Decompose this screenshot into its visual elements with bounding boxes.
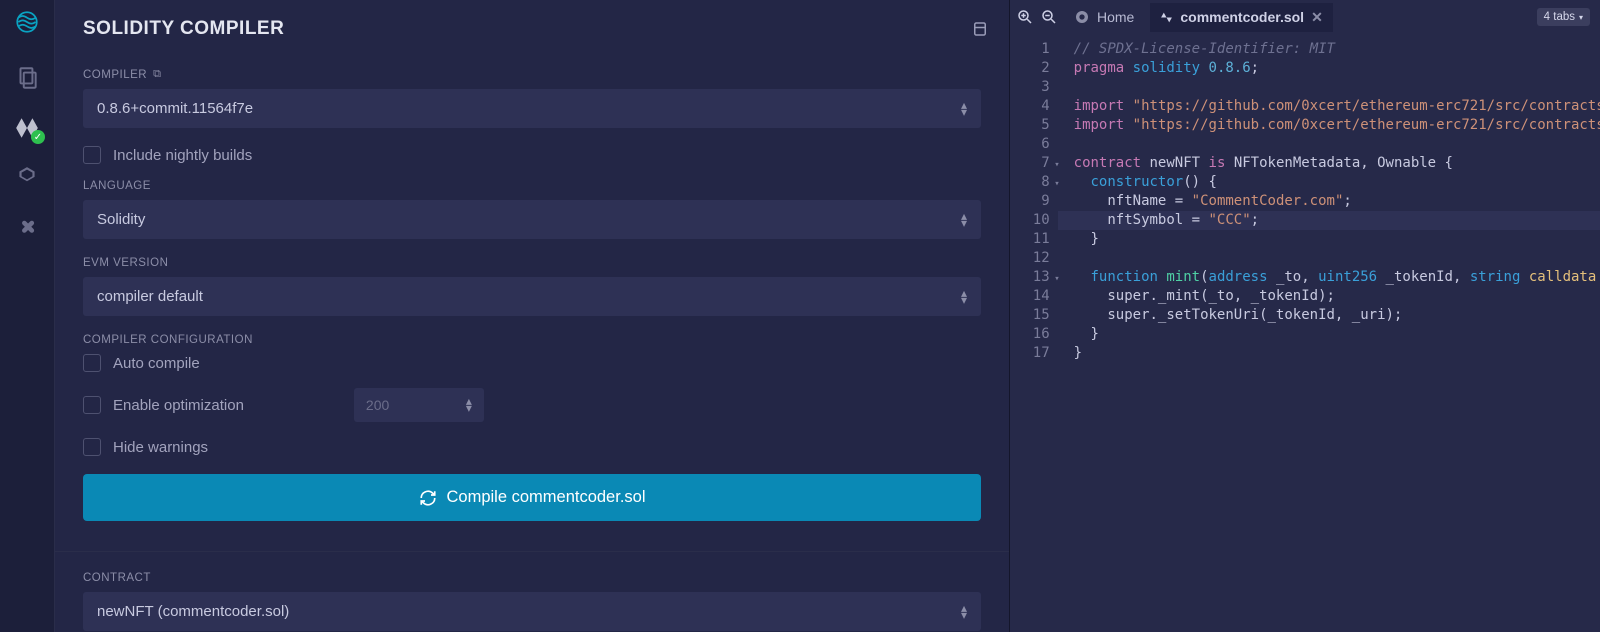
contract-select-value: newNFT (commentcoder.sol) — [97, 603, 289, 620]
nightly-checkbox-row: Include nightly builds — [83, 146, 981, 164]
language-label: LANGUAGE — [83, 180, 981, 192]
optimize-runs-value: 200 — [366, 397, 389, 413]
auto-compile-checkbox[interactable] — [83, 354, 101, 372]
compile-success-badge: ✓ — [31, 130, 45, 144]
auto-compile-label: Auto compile — [113, 355, 200, 372]
optimize-label: Enable optimization — [113, 397, 244, 414]
optimize-row: Enable optimization 200 ▴▾ — [83, 388, 981, 422]
chevron-updown-icon: ▴▾ — [466, 398, 472, 412]
code-editor[interactable]: 1234567891011121314151617 // SPDX-Licens… — [1010, 34, 1600, 632]
divider — [55, 551, 1009, 552]
files-icon[interactable] — [13, 64, 41, 92]
compile-button-label: Compile commentcoder.sol — [447, 488, 646, 507]
evm-select[interactable]: compiler default ▴▾ — [83, 277, 981, 316]
tabs-count-label: 4 tabs — [1544, 11, 1575, 23]
compiler-info-icon[interactable]: ⧉ — [153, 68, 161, 81]
zoom-in-icon[interactable] — [1016, 8, 1034, 26]
tab-file-label: commentcoder.sol — [1180, 9, 1304, 25]
evm-select-value: compiler default — [97, 288, 203, 305]
deploy-icon[interactable] — [13, 164, 41, 192]
language-select[interactable]: Solidity ▴▾ — [83, 200, 981, 239]
language-select-value: Solidity — [97, 211, 145, 228]
zoom-out-icon[interactable] — [1040, 8, 1058, 26]
auto-compile-row: Auto compile — [83, 354, 981, 372]
chevron-updown-icon: ▴▾ — [961, 290, 967, 304]
optimize-runs-input[interactable]: 200 ▴▾ — [354, 388, 484, 422]
optimize-checkbox[interactable] — [83, 396, 101, 414]
line-gutter: 1234567891011121314151617 — [1010, 34, 1058, 632]
chevron-down-icon: ▾ — [1579, 13, 1583, 22]
tab-file-active[interactable]: commentcoder.sol ✕ — [1150, 3, 1332, 32]
editor-tabbar: Home commentcoder.sol ✕ 4 tabs ▾ — [1010, 0, 1600, 34]
compile-button[interactable]: Compile commentcoder.sol — [83, 474, 981, 521]
plugin-icon[interactable] — [13, 214, 41, 242]
chevron-updown-icon: ▴▾ — [961, 102, 967, 116]
tab-home-label: Home — [1097, 9, 1134, 25]
panel-title: SOLIDITY COMPILER — [83, 18, 981, 40]
close-icon[interactable]: ✕ — [1311, 9, 1323, 26]
config-label: COMPILER CONFIGURATION — [83, 334, 981, 346]
home-icon — [1074, 9, 1090, 25]
tab-home[interactable]: Home — [1064, 3, 1144, 31]
solidity-compiler-icon[interactable]: ✓ — [13, 114, 41, 142]
remix-logo-icon[interactable] — [13, 8, 41, 36]
hide-warnings-row: Hide warnings — [83, 438, 981, 456]
chevron-updown-icon: ▴▾ — [961, 213, 967, 227]
nightly-checkbox[interactable] — [83, 146, 101, 164]
nightly-label: Include nightly builds — [113, 147, 252, 164]
hide-warnings-label: Hide warnings — [113, 439, 208, 456]
compiler-select[interactable]: 0.8.6+commit.11564f7e ▴▾ — [83, 89, 981, 128]
compiler-label: COMPILER ⧉ — [83, 68, 981, 81]
compiler-select-value: 0.8.6+commit.11564f7e — [97, 100, 253, 117]
tabs-count-badge[interactable]: 4 tabs ▾ — [1537, 8, 1590, 26]
compiler-panel: SOLIDITY COMPILER COMPILER ⧉ 0.8.6+commi… — [55, 0, 1010, 632]
contract-select[interactable]: newNFT (commentcoder.sol) ▴▾ — [83, 592, 981, 631]
hide-warnings-checkbox[interactable] — [83, 438, 101, 456]
panel-toggle-icon[interactable] — [971, 20, 989, 38]
code-content: // SPDX-License-Identifier: MITpragma so… — [1058, 34, 1600, 632]
refresh-icon — [419, 489, 437, 507]
editor-pane: Home commentcoder.sol ✕ 4 tabs ▾ 1234567… — [1010, 0, 1600, 632]
solidity-file-icon — [1160, 11, 1173, 24]
evm-label: EVM VERSION — [83, 257, 981, 269]
chevron-updown-icon: ▴▾ — [961, 605, 967, 619]
icon-rail: ✓ — [0, 0, 55, 632]
contract-label: CONTRACT — [83, 572, 981, 584]
